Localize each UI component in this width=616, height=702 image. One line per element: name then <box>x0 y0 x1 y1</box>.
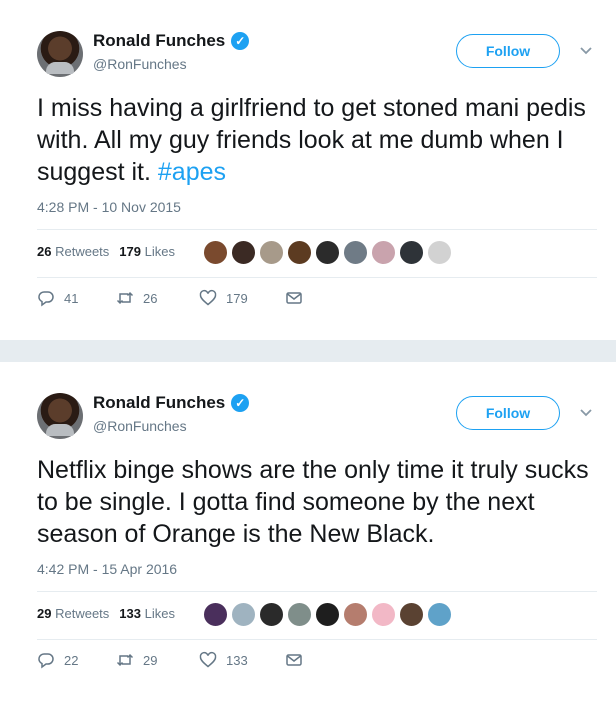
engagement-stats: 26 Retweets 179 Likes <box>37 244 175 259</box>
author-handle[interactable]: @RonFunches <box>93 56 187 72</box>
liker-avatar[interactable] <box>203 240 228 265</box>
like-count: 179 <box>226 290 248 306</box>
liker-avatar[interactable] <box>231 240 256 265</box>
retweet-icon <box>116 653 134 667</box>
tweet-actions: 41 26 179 <box>37 289 303 307</box>
envelope-icon <box>286 654 302 666</box>
liker-avatar[interactable] <box>259 240 284 265</box>
divider <box>37 639 597 640</box>
retweets-stat[interactable]: 26 Retweets <box>37 244 109 259</box>
likes-stat[interactable]: 179 Likes <box>119 244 175 259</box>
author-line: Ronald Funches ✓ <box>93 31 250 51</box>
tweet-body: Netflix binge shows are the only time it… <box>37 456 589 548</box>
divider <box>37 229 597 230</box>
divider <box>37 277 597 278</box>
liker-avatar[interactable] <box>231 602 256 627</box>
liker-avatar[interactable] <box>343 602 368 627</box>
like-button[interactable]: 133 <box>199 651 285 669</box>
liker-avatar[interactable] <box>203 602 228 627</box>
retweet-count: 26 <box>143 290 158 306</box>
retweet-button[interactable]: 29 <box>116 651 199 669</box>
liker-avatar[interactable] <box>427 602 452 627</box>
liker-avatar[interactable] <box>315 240 340 265</box>
liker-avatars <box>203 240 452 265</box>
liker-avatar[interactable] <box>315 602 340 627</box>
tweet-text: I miss having a girlfriend to get stoned… <box>37 92 597 188</box>
reply-icon <box>38 291 54 307</box>
like-button[interactable]: 179 <box>199 289 285 307</box>
like-count: 133 <box>226 652 248 668</box>
divider <box>37 591 597 592</box>
liker-avatar[interactable] <box>343 240 368 265</box>
reply-button[interactable]: 22 <box>37 651 116 669</box>
tweet-text: Netflix binge shows are the only time it… <box>37 454 597 550</box>
tweet-body: I miss having a girlfriend to get stoned… <box>37 94 586 186</box>
avatar[interactable] <box>37 393 83 439</box>
liker-avatar[interactable] <box>259 602 284 627</box>
liker-avatar[interactable] <box>427 240 452 265</box>
envelope-icon <box>286 292 302 304</box>
retweet-icon <box>116 291 134 305</box>
verified-badge-icon: ✓ <box>231 394 250 412</box>
liker-avatar[interactable] <box>399 602 424 627</box>
verified-badge-icon: ✓ <box>231 32 250 50</box>
reply-icon <box>38 653 54 669</box>
chevron-down-icon[interactable] <box>578 42 594 58</box>
liker-avatar[interactable] <box>399 240 424 265</box>
direct-message-button[interactable] <box>285 651 303 669</box>
reply-count: 22 <box>64 652 79 668</box>
direct-message-button[interactable] <box>285 289 303 307</box>
tweet-actions: 22 29 133 <box>37 651 303 669</box>
reply-button[interactable]: 41 <box>37 289 116 307</box>
tweet-timestamp[interactable]: 4:28 PM - 10 Nov 2015 <box>37 199 181 215</box>
follow-button[interactable]: Follow <box>456 34 560 68</box>
author-name[interactable]: Ronald Funches <box>93 31 225 51</box>
heart-icon <box>199 289 217 306</box>
feed-separator <box>0 340 616 362</box>
reply-count: 41 <box>64 290 79 306</box>
liker-avatar[interactable] <box>371 240 396 265</box>
liker-avatars <box>203 602 452 627</box>
avatar[interactable] <box>37 31 83 77</box>
author-handle[interactable]: @RonFunches <box>93 418 187 434</box>
liker-avatar[interactable] <box>371 602 396 627</box>
follow-button[interactable]: Follow <box>456 396 560 430</box>
liker-avatar[interactable] <box>287 240 312 265</box>
retweet-count: 29 <box>143 652 158 668</box>
chevron-down-icon[interactable] <box>578 404 594 420</box>
retweets-stat[interactable]: 29 Retweets <box>37 606 109 621</box>
likes-stat[interactable]: 133 Likes <box>119 606 175 621</box>
heart-icon <box>199 651 217 668</box>
hashtag-link[interactable]: #apes <box>158 158 226 186</box>
author-name[interactable]: Ronald Funches <box>93 393 225 413</box>
author-line: Ronald Funches ✓ <box>93 393 250 413</box>
tweet-card: Ronald Funches ✓ @RonFunches Follow I mi… <box>0 0 616 340</box>
tweet-card: Ronald Funches ✓ @RonFunches Follow Netf… <box>0 362 616 702</box>
retweet-button[interactable]: 26 <box>116 289 199 307</box>
liker-avatar[interactable] <box>287 602 312 627</box>
engagement-stats: 29 Retweets 133 Likes <box>37 606 175 621</box>
tweet-timestamp[interactable]: 4:42 PM - 15 Apr 2016 <box>37 561 177 577</box>
